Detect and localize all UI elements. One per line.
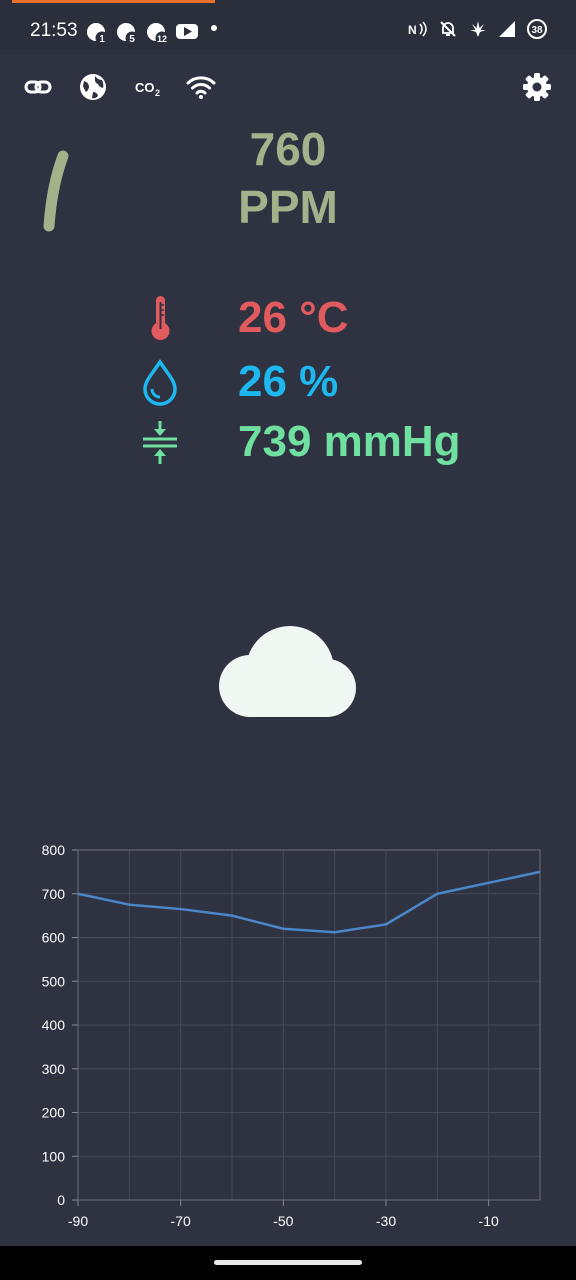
gear-icon[interactable] xyxy=(522,72,552,102)
y-tick-label: 700 xyxy=(42,886,66,902)
humidity-reading: 26 % xyxy=(0,352,576,412)
y-tick-label: 500 xyxy=(42,973,66,989)
y-tick-label: 600 xyxy=(42,930,66,946)
globe-icon[interactable] xyxy=(78,72,108,102)
youtube-icon[interactable] xyxy=(175,22,198,44)
notification-badge: 1 xyxy=(99,34,105,45)
x-tick-label: -30 xyxy=(376,1213,396,1229)
navigation-bar xyxy=(0,1246,576,1280)
home-gesture-handle[interactable] xyxy=(214,1260,362,1265)
thermometer-icon xyxy=(140,293,180,343)
y-tick-label: 400 xyxy=(42,1017,66,1033)
x-tick-label: -70 xyxy=(171,1213,191,1229)
link-icon[interactable] xyxy=(23,72,53,102)
more-notifications-dot xyxy=(211,25,217,31)
co2-value: 760 xyxy=(249,123,327,175)
pressure-reading: 739 mmHg xyxy=(0,412,576,472)
humidity-value: 26 % xyxy=(238,357,339,406)
battery-level: 38 xyxy=(531,25,543,36)
x-tick-label: -90 xyxy=(68,1213,88,1229)
y-tick-label: 0 xyxy=(57,1192,65,1208)
y-tick-label: 800 xyxy=(42,842,66,858)
svg-text:N: N xyxy=(408,23,417,37)
signal-icon xyxy=(498,20,516,38)
temperature-value: 26 °C xyxy=(238,293,349,342)
notification-icon[interactable]: 5 xyxy=(116,22,139,45)
system-status-icons: N 38 xyxy=(408,18,548,40)
status-bar: 21:53 1 5 12 N 38 xyxy=(0,0,576,50)
notification-badge: 12 xyxy=(157,34,167,44)
chart-svg: 0 100 200 300 400 500 600 700 800 -90 -70 -50 -30 -10 xyxy=(42,842,541,1229)
y-tick-label: 300 xyxy=(42,1061,66,1077)
progress-strip xyxy=(12,0,215,3)
co2-unit: PPM xyxy=(238,181,338,233)
notification-icon[interactable]: 1 xyxy=(86,22,109,45)
co2-history-chart: 0 100 200 300 400 500 600 700 800 -90 -70 -50 -30 -10 xyxy=(0,830,576,1240)
co2-subscript: 2 xyxy=(155,88,160,98)
y-tick-label: 200 xyxy=(42,1105,66,1121)
pressure-value: 739 mmHg xyxy=(238,417,461,466)
x-tick-label: -10 xyxy=(479,1213,499,1229)
nfc-icon: N xyxy=(408,19,428,39)
cloud-icon xyxy=(218,624,358,720)
pressure-icon xyxy=(140,417,180,467)
water-drop-icon xyxy=(140,357,180,407)
x-tick-label: -50 xyxy=(273,1213,293,1229)
notification-badge: 5 xyxy=(129,34,135,45)
co2-text: CO xyxy=(135,80,155,95)
cannabis-icon xyxy=(468,19,488,39)
notification-icon[interactable]: 12 xyxy=(146,22,169,45)
co2-series-line xyxy=(77,870,541,934)
toolbar: CO 2 xyxy=(0,60,576,114)
temperature-reading: 26 °C xyxy=(0,288,576,348)
status-time: 21:53 xyxy=(30,20,78,41)
battery-icon: 38 xyxy=(526,18,548,40)
bell-off-icon xyxy=(438,19,458,39)
y-tick-label: 100 xyxy=(42,1148,66,1164)
co2-icon[interactable]: CO 2 xyxy=(133,72,167,102)
wifi-icon[interactable] xyxy=(186,72,216,102)
